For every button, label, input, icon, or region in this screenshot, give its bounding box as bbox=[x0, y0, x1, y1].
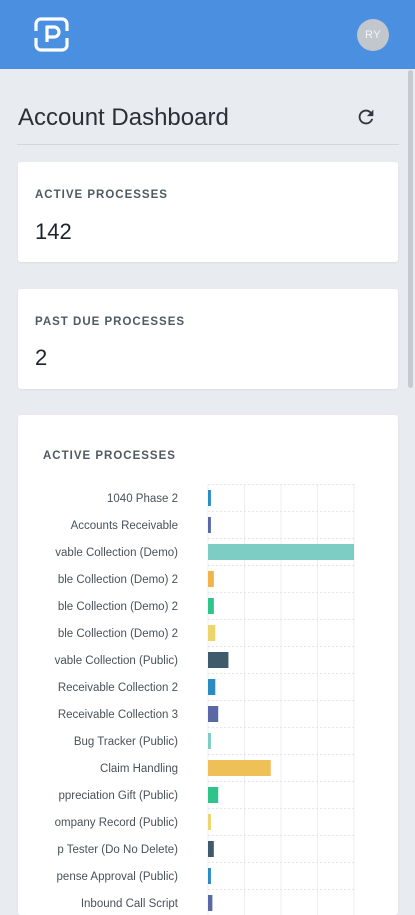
active-processes-chart-card: ACTIVE PROCESSES 1040 Phase 2 Accounts Re… bbox=[18, 415, 398, 915]
chart-bar[interactable] bbox=[208, 733, 211, 749]
category-label: pense Approval (Public) bbox=[57, 871, 179, 883]
page-header: Account Dashboard bbox=[17, 100, 399, 145]
category-label: vable Collection (Demo) bbox=[55, 547, 178, 559]
chart-bar[interactable] bbox=[208, 544, 354, 560]
active-processes-card: ACTIVE PROCESSES 142 bbox=[18, 162, 398, 262]
past-due-processes-label: PAST DUE PROCESSES bbox=[35, 316, 186, 328]
chart-bar[interactable] bbox=[208, 679, 216, 695]
chart-bar[interactable] bbox=[208, 814, 211, 830]
category-label: Accounts Receivable bbox=[71, 520, 178, 532]
past-due-processes-value: 2 bbox=[35, 345, 48, 370]
active-processes-bar-chart: 1040 Phase 2 Accounts Receivable vable Col… bbox=[55, 484, 355, 915]
chart-bar[interactable] bbox=[208, 706, 219, 722]
category-label: ble Collection (Demo) 2 bbox=[58, 574, 178, 586]
scrollbar[interactable] bbox=[408, 70, 413, 388]
category-label: Receivable Collection 3 bbox=[58, 709, 178, 721]
p-logo-icon[interactable] bbox=[33, 16, 70, 53]
category-label: Claim Handling bbox=[100, 763, 178, 775]
page-title: Account Dashboard bbox=[18, 104, 229, 131]
chart-bar[interactable] bbox=[208, 625, 216, 641]
category-label: Bug Tracker (Public) bbox=[74, 736, 178, 748]
chart-bar[interactable] bbox=[208, 841, 214, 857]
chart-bar[interactable] bbox=[208, 868, 211, 884]
active-processes-label: ACTIVE PROCESSES bbox=[35, 189, 168, 201]
active-processes-value: 142 bbox=[35, 219, 72, 244]
chart-bar[interactable] bbox=[208, 895, 213, 911]
category-label: Receivable Collection 2 bbox=[58, 682, 178, 694]
category-label: ppreciation Gift (Public) bbox=[58, 790, 178, 802]
refresh-icon[interactable] bbox=[355, 106, 377, 128]
chart-bar[interactable] bbox=[208, 517, 211, 533]
category-label: p Tester (Do No Delete) bbox=[57, 844, 178, 856]
category-label: vable Collection (Public) bbox=[55, 655, 179, 667]
category-label: ompany Record (Public) bbox=[55, 817, 179, 829]
user-avatar[interactable]: RY bbox=[357, 19, 389, 51]
chart-bar[interactable] bbox=[208, 787, 219, 803]
category-label: 1040 Phase 2 bbox=[107, 493, 178, 505]
past-due-processes-card: PAST DUE PROCESSES 2 bbox=[18, 289, 398, 389]
chart-bar[interactable] bbox=[208, 490, 211, 506]
category-label: ble Collection (Demo) 2 bbox=[58, 601, 178, 613]
category-label: ble Collection (Demo) 2 bbox=[58, 628, 178, 640]
chart-bar[interactable] bbox=[208, 571, 214, 587]
top-app-bar: RY bbox=[0, 0, 415, 69]
chart-bar[interactable] bbox=[208, 760, 271, 776]
chart-bar[interactable] bbox=[208, 598, 214, 614]
chart-bar[interactable] bbox=[208, 652, 229, 668]
